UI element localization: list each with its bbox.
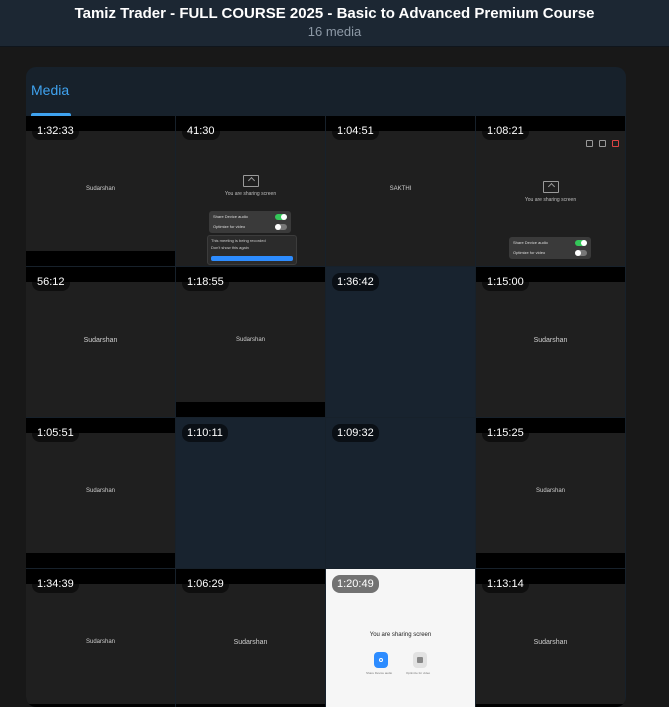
participant-name: Sudarshan xyxy=(85,186,116,192)
video-thumbnail: SAKTHI xyxy=(326,131,475,266)
dont-show-again: Don't show this again xyxy=(211,245,249,250)
participants-icon xyxy=(586,140,593,147)
media-tile[interactable]: SAKTHI 1:04:51 xyxy=(326,116,475,266)
duration-badge: 1:34:39 xyxy=(32,575,79,593)
media-tile[interactable]: 1:09:32 xyxy=(326,418,475,568)
page-title: Tamiz Trader - FULL COURSE 2025 - Basic … xyxy=(74,5,595,22)
media-tile[interactable]: Sudarshan 1:32:33 xyxy=(26,116,175,266)
share-options: Share Device audio Optimize for video xyxy=(509,237,591,259)
duration-badge: 1:15:00 xyxy=(482,273,529,291)
duration-badge: 1:13:14 xyxy=(482,575,529,593)
media-tile[interactable]: 1:10:11 xyxy=(176,418,325,568)
share-audio-option: Share Device audio xyxy=(213,214,248,219)
duration-badge: 1:09:32 xyxy=(332,424,379,442)
tab-bar: Media xyxy=(26,67,626,116)
participant-name: Sudarshan xyxy=(233,639,268,646)
media-count: 16 media xyxy=(307,24,362,39)
optimize-video-toggle xyxy=(275,224,287,230)
share-audio-toggle xyxy=(575,240,587,246)
share-audio-toggle xyxy=(275,214,287,220)
meeting-controls xyxy=(580,134,619,147)
video-thumbnail: Sudarshan xyxy=(26,282,175,417)
duration-badge: 1:20:49 xyxy=(332,575,379,593)
media-tile[interactable]: Sudarshan 1:13:14 xyxy=(476,569,625,707)
screen-share-icon xyxy=(243,175,259,187)
participant-name: SAKTHI xyxy=(389,186,412,192)
share-status-text: You are sharing screen xyxy=(369,632,432,638)
media-tile[interactable]: Sudarshan 1:34:39 xyxy=(26,569,175,707)
screen-share-icon xyxy=(543,181,559,193)
media-tile[interactable]: You are sharing screen Share Device audio… xyxy=(326,569,475,707)
shared-media-panel: Media Sudarshan 1:32:33 You are sharing sc… xyxy=(26,67,626,707)
media-tile[interactable]: Sudarshan 1:05:51 xyxy=(26,418,175,568)
duration-badge: 1:06:29 xyxy=(182,575,229,593)
tab-media[interactable]: Media xyxy=(31,67,69,114)
share-status-text: You are sharing screen xyxy=(224,191,277,197)
share-audio-option: Share Device audio xyxy=(513,240,548,245)
duration-badge: 1:08:21 xyxy=(482,122,529,140)
video-thumbnail: Sudarshan xyxy=(26,433,175,553)
duration-badge: 41:30 xyxy=(182,122,220,140)
media-tile[interactable]: Sudarshan 1:18:55 xyxy=(176,267,325,417)
video-thumbnail: Sudarshan xyxy=(176,584,325,704)
duration-badge: 1:15:25 xyxy=(482,424,529,442)
recording-text: This meeting is being recorded xyxy=(211,238,266,243)
recording-ok-button xyxy=(211,256,293,261)
optimize-video-toggle xyxy=(575,250,587,256)
recording-notice: This meeting is being recorded Don't show… xyxy=(207,235,297,265)
media-tile[interactable]: Sudarshan 1:15:00 xyxy=(476,267,625,417)
optimize-video-option: Optimize for video xyxy=(513,250,546,255)
duration-badge: 1:10:11 xyxy=(182,424,228,442)
media-tile[interactable]: 1:36:42 xyxy=(326,267,475,417)
stop-share-icon xyxy=(612,140,619,147)
video-thumbnail: Sudarshan xyxy=(476,584,625,704)
share-status-text: You are sharing screen xyxy=(524,197,577,203)
media-tile[interactable]: Sudarshan 1:15:25 xyxy=(476,418,625,568)
video-optimize-label: Optimize for video xyxy=(406,671,431,675)
video-thumbnail: You are sharing screen Share Device audio… xyxy=(176,131,325,266)
media-tile[interactable]: You are sharing screen Share Device audio… xyxy=(476,116,625,266)
audio-share-icon xyxy=(374,652,388,668)
duration-badge: 1:18:55 xyxy=(182,273,229,291)
media-tile[interactable]: You are sharing screen Share Device audio… xyxy=(176,116,325,266)
audio-share-label: Share Device audio xyxy=(366,671,393,675)
participant-name: Sudarshan xyxy=(85,639,116,645)
participant-name: Sudarshan xyxy=(533,337,568,344)
participant-name: Sudarshan xyxy=(83,337,118,344)
media-tile[interactable]: Sudarshan 1:06:29 xyxy=(176,569,325,707)
participant-name: Sudarshan xyxy=(235,337,266,343)
participant-name: Sudarshan xyxy=(85,488,116,494)
video-optimize-icon xyxy=(413,652,427,668)
optimize-video-option: Optimize for video xyxy=(213,224,246,229)
participant-name: Sudarshan xyxy=(533,639,568,646)
share-options: Share Device audio Optimize for video xyxy=(209,211,291,233)
duration-badge: 1:05:51 xyxy=(32,424,79,442)
video-thumbnail: Sudarshan xyxy=(176,282,325,402)
video-thumbnail: Sudarshan xyxy=(26,584,175,704)
duration-badge: 56:12 xyxy=(32,273,70,291)
media-tile[interactable]: Sudarshan 56:12 xyxy=(26,267,175,417)
video-thumbnail: Sudarshan xyxy=(476,433,625,553)
participant-name: Sudarshan xyxy=(535,488,566,494)
video-thumbnail: Sudarshan xyxy=(26,131,175,251)
chat-header: Tamiz Trader - FULL COURSE 2025 - Basic … xyxy=(0,0,669,47)
video-thumbnail: You are sharing screen Share Device audio… xyxy=(476,131,625,266)
share-button-labels: Share Device audio Optimize for video xyxy=(326,671,475,677)
media-grid: Sudarshan 1:32:33 You are sharing screen Sh… xyxy=(26,116,626,707)
duration-badge: 1:36:42 xyxy=(332,273,379,291)
new-share-icon xyxy=(599,140,606,147)
duration-badge: 1:04:51 xyxy=(332,122,379,140)
duration-badge: 1:32:33 xyxy=(32,122,79,140)
video-thumbnail: Sudarshan xyxy=(476,282,625,417)
